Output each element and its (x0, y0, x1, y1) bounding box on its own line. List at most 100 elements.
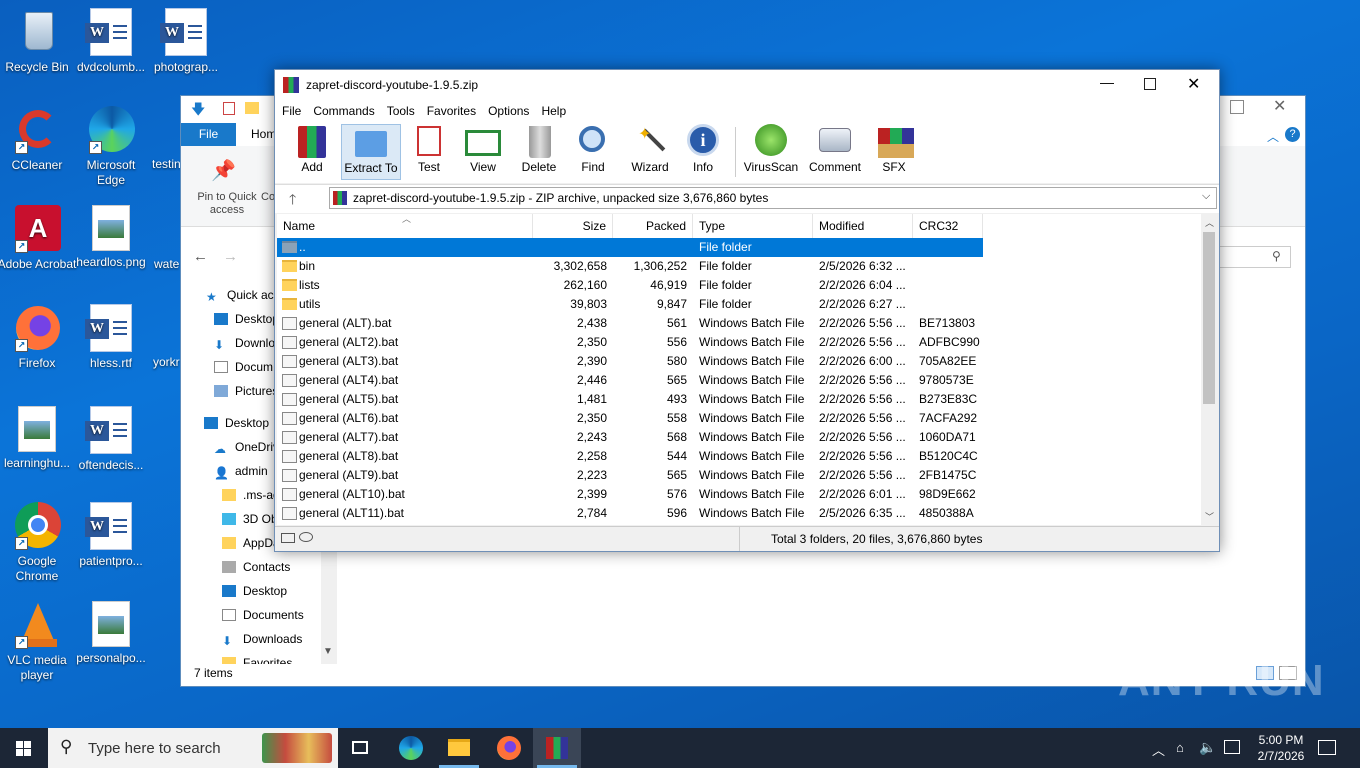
comment-button[interactable]: Comment (807, 124, 863, 180)
menu-commands[interactable]: Commands (307, 101, 380, 121)
winrar-taskbar-button[interactable] (533, 728, 581, 768)
nav-item[interactable]: ⬇ Downlo (214, 332, 275, 354)
chevron-down-icon[interactable]: ⌵ (1202, 190, 1210, 203)
nav-item[interactable]: Favorites (222, 652, 292, 664)
ribbon-collapse-icon[interactable]: ︿ (1267, 128, 1279, 145)
winrar-window[interactable]: zapret-discord-youtube-1.9.5.zip — ✕ Fil… (274, 69, 1220, 552)
file-list[interactable]: Name ︿ Size Packed Type Modified CRC32 .… (277, 214, 1217, 525)
clock[interactable]: 5:00 PM 2/7/2026 (1246, 732, 1316, 764)
nav-item[interactable]: Contacts (222, 556, 290, 578)
nav-item[interactable]: AppDa (222, 532, 280, 554)
path-dropdown[interactable]: zapret-discord-youtube-1.9.5.zip - ZIP a… (329, 187, 1217, 209)
file-row[interactable]: general (ALT6).bat 2,350 558 Windows Batch … (277, 409, 983, 428)
properties-icon[interactable] (223, 102, 235, 115)
nav-item[interactable]: Desktop (214, 308, 279, 330)
chevron-up-icon[interactable]: ︿ (1205, 216, 1214, 229)
nav-item[interactable]: Desktop (222, 580, 287, 602)
desktop-icon-oftendecis[interactable]: W oftendecis... (71, 406, 151, 473)
close-button[interactable]: ✕ (1187, 74, 1200, 94)
column-type[interactable]: Type (693, 214, 813, 238)
menu-help[interactable]: Help (535, 101, 572, 121)
notifications-icon[interactable] (1318, 740, 1336, 755)
nav-item[interactable]: ⬇ Downloads (222, 628, 302, 650)
network-icon[interactable]: ⌂ (1176, 740, 1184, 755)
input-indicator-icon[interactable] (1224, 740, 1240, 754)
desktop-icon-patientpro[interactable]: W patientpro... (71, 502, 151, 569)
chevron-down-icon[interactable]: ﹀ (1205, 510, 1214, 523)
nav-item[interactable]: Docum (214, 356, 273, 378)
column-crc32[interactable]: CRC32 (913, 214, 983, 238)
winrar-titlebar[interactable]: zapret-discord-youtube-1.9.5.zip — ✕ (275, 70, 1219, 101)
file-row[interactable]: general (ALT3).bat 2,390 580 Windows Batch … (277, 352, 983, 371)
desktop-icon-ccleaner[interactable]: ↗ CCleaner (0, 106, 77, 173)
desktop-icon-acrobat[interactable]: A ↗ Adobe Acrobat (0, 205, 77, 272)
desktop-icon-vlc[interactable]: ↗ VLC media player (0, 601, 77, 683)
desktop-icon-chrome[interactable]: ↗ Google Chrome (0, 502, 77, 584)
nav-item[interactable]: 👤 admin (214, 460, 268, 482)
tray-chevron-up-icon[interactable]: ︿ (1152, 740, 1165, 759)
menu-favorites[interactable]: Favorites (421, 101, 482, 121)
file-list-scrollbar[interactable]: ︿ ﹀ (1201, 214, 1217, 525)
start-button[interactable] (0, 728, 48, 768)
maximize-icon[interactable] (1230, 100, 1244, 114)
menu-options[interactable]: Options (482, 101, 535, 121)
file-row[interactable]: bin 3,302,658 1,306,252 File folder 2/5/2026… (277, 257, 983, 276)
nav-item[interactable]: Pictures (214, 380, 278, 402)
file-row[interactable]: general (ALT5).bat 1,481 493 Windows Batch … (277, 390, 983, 409)
file-row[interactable]: general (ALT9).bat 2,223 565 Windows Batch … (277, 466, 983, 485)
file-row[interactable]: general (ALT11).bat 2,784 596 Windows Batch… (277, 504, 983, 523)
virusscan-button[interactable]: VirusScan (743, 124, 799, 180)
file-row[interactable]: general (ALT2).bat 2,350 556 Windows Batch … (277, 333, 983, 352)
file-row[interactable]: general (ALT).bat 2,438 561 Windows Batch F… (277, 314, 983, 333)
drive-icon[interactable] (281, 533, 295, 543)
desktop-icon-photograp[interactable]: W photograp... (146, 8, 226, 75)
tab-home[interactable]: Hom (251, 123, 276, 146)
pin-to-quick-access-button[interactable]: Pin to Quick access (187, 191, 267, 217)
nav-item[interactable]: ☁ OneDriv (214, 436, 279, 458)
chevron-down-icon[interactable]: ▼ (323, 646, 333, 657)
desktop-icon-testin[interactable]: testin (126, 157, 186, 172)
file-row[interactable]: lists 262,160 46,919 File folder 2/2/2026 6:… (277, 276, 983, 295)
delete-button[interactable]: Delete (519, 124, 559, 180)
parent-folder-row[interactable]: .. File folder (277, 238, 983, 257)
quick-access-arrow-icon[interactable]: 🡇 (191, 102, 205, 116)
desktop-icon-dvdcolumb[interactable]: W dvdcolumb... (71, 8, 151, 75)
test-button[interactable]: Test (411, 124, 447, 180)
maximize-button[interactable] (1144, 78, 1156, 90)
edge-taskbar-button[interactable] (387, 728, 435, 768)
view-button[interactable]: View (461, 124, 505, 180)
firefox-taskbar-button[interactable] (485, 728, 533, 768)
desktop-icon-recycle-bin[interactable]: Recycle Bin (0, 8, 77, 75)
key-icon[interactable] (299, 532, 313, 542)
taskbar-search-box[interactable]: ⚲ Type here to search (48, 728, 338, 768)
nav-item[interactable]: .ms-ad (222, 484, 280, 506)
column-packed[interactable]: Packed (613, 214, 693, 238)
extract-to-button[interactable]: Extract To (341, 124, 401, 180)
desktop-icon-edge[interactable]: ↗ Microsoft Edge (71, 106, 151, 188)
help-icon[interactable]: ? (1285, 127, 1300, 142)
desktop-icon-wate[interactable]: wate (128, 257, 188, 272)
desktop-icon-firefox[interactable]: ↗ Firefox (0, 304, 77, 371)
forward-arrow-icon[interactable]: → (223, 248, 238, 265)
up-arrow-icon[interactable]: 🡑 (289, 189, 296, 213)
copy-button[interactable]: Co (261, 191, 275, 203)
desktop-icon-learninghu[interactable]: learninghu... (0, 406, 77, 471)
scrollbar-thumb[interactable] (1203, 232, 1215, 404)
file-row[interactable]: general (ALT8).bat 2,258 544 Windows Batch … (277, 447, 983, 466)
volume-icon[interactable]: 🔈 (1199, 739, 1216, 756)
desktop-icon-personalpo[interactable]: personalpo... (71, 601, 151, 666)
nav-item[interactable]: ★ Quick acc (206, 284, 280, 306)
info-button[interactable]: i Info (685, 124, 721, 180)
minimize-button[interactable]: — (1100, 74, 1114, 90)
close-icon[interactable]: ✕ (1273, 96, 1286, 116)
desktop-icon-yorkr[interactable]: yorkr (127, 355, 187, 370)
wizard-button[interactable]: ✦ Wizard (627, 124, 673, 180)
menu-file[interactable]: File (275, 101, 307, 121)
nav-item[interactable]: Documents (222, 604, 304, 626)
menu-tools[interactable]: Tools (381, 101, 421, 121)
sfx-button[interactable]: SFX (873, 124, 915, 180)
task-view-button[interactable] (338, 728, 386, 768)
file-row[interactable]: utils 39,803 9,847 File folder 2/2/2026 6:27… (277, 295, 983, 314)
column-size[interactable]: Size (533, 214, 613, 238)
nav-item[interactable]: Desktop (204, 412, 269, 434)
